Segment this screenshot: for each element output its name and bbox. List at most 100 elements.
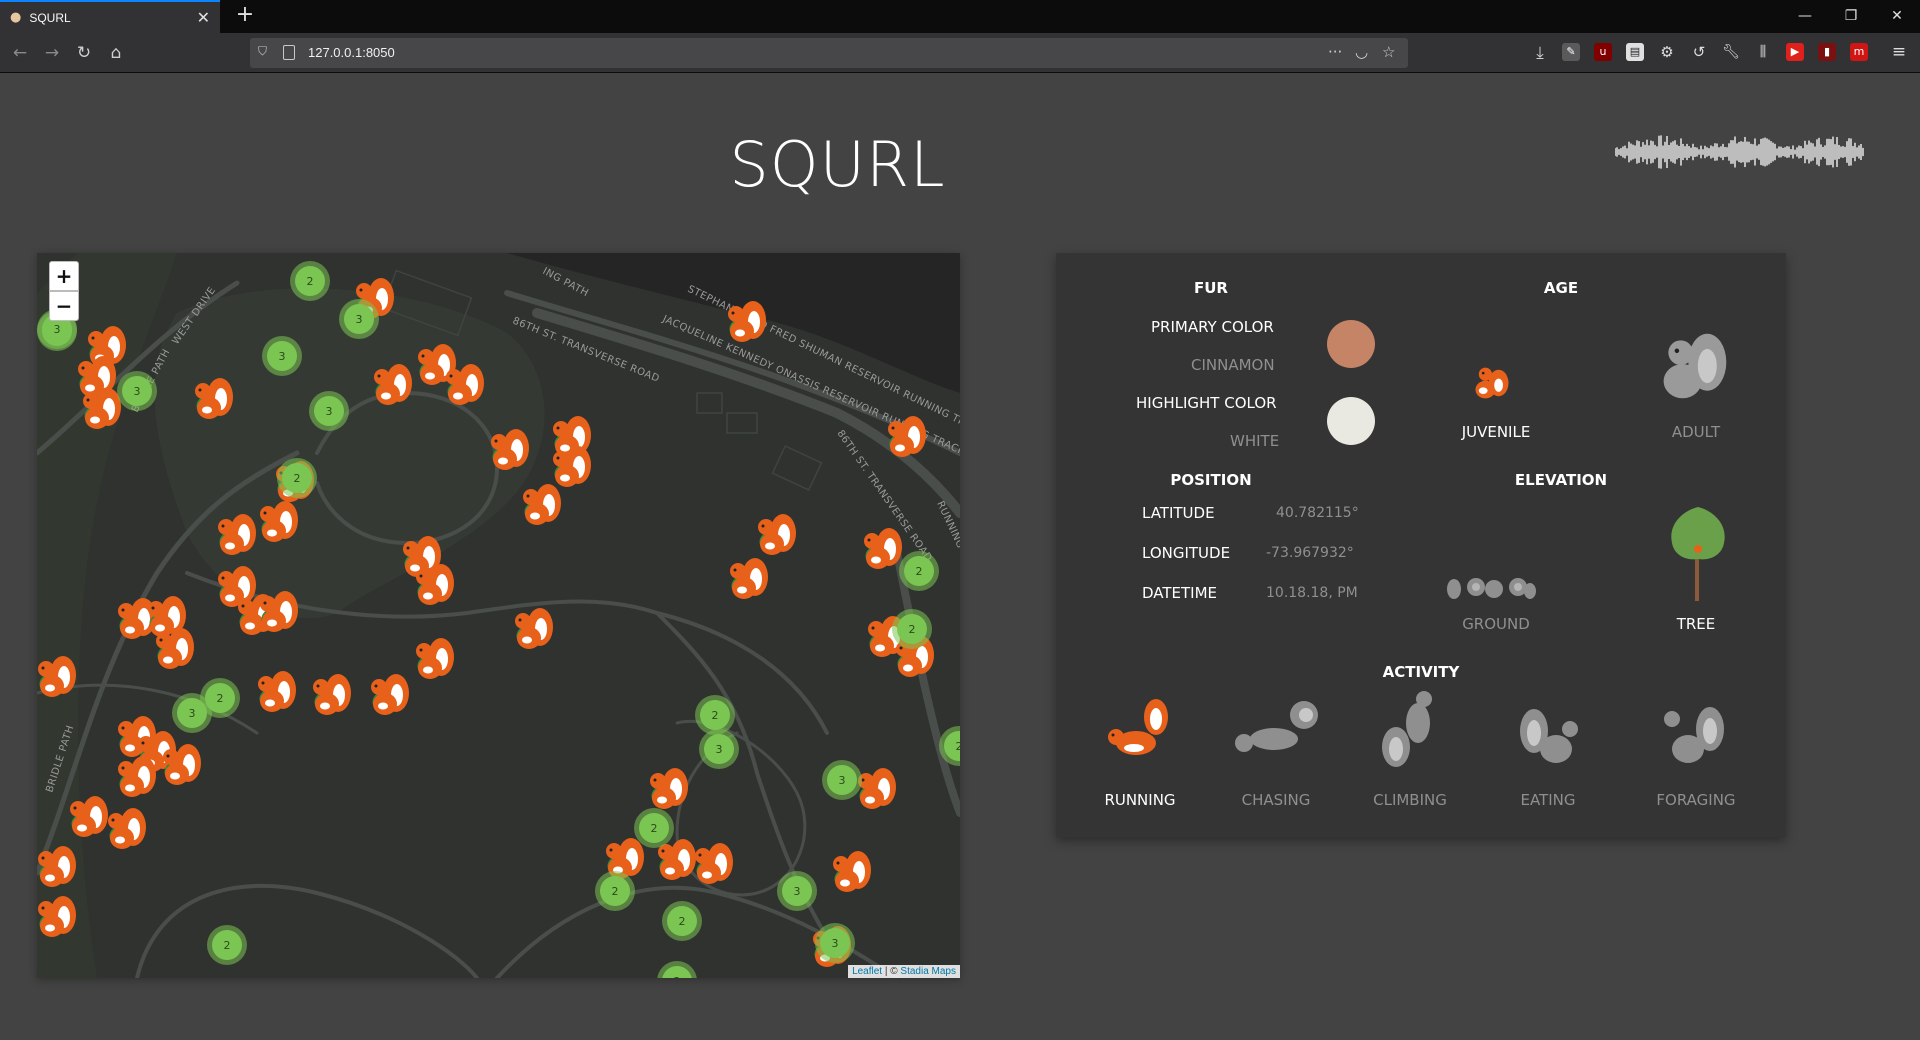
age-juvenile-label[interactable]: JUVENILE: [1436, 423, 1556, 441]
cluster-marker[interactable]: 2: [595, 871, 635, 911]
cluster-count: 2: [612, 885, 619, 898]
foraging-squirrel-icon[interactable]: [1656, 697, 1736, 773]
restore-icon[interactable]: ❐: [1828, 0, 1874, 33]
browser-tab-bar: ● SQURL ✕ + — ❐ ✕: [0, 0, 1920, 33]
cluster-count: 3: [189, 707, 196, 720]
audio-waveform-icon[interactable]: [1615, 134, 1865, 170]
forward-icon[interactable]: →: [40, 41, 64, 65]
cluster-count: 2: [679, 915, 686, 928]
juvenile-squirrel-icon[interactable]: [1470, 361, 1514, 405]
ground-squirrels-icon[interactable]: [1442, 565, 1538, 605]
home-icon[interactable]: ⌂: [104, 41, 128, 65]
squirrel-map[interactable]: BRIDLE PATHWEST DRIVE86TH ST. TRANSVERSE…: [37, 253, 960, 978]
cluster-marker[interactable]: 2: [899, 551, 939, 591]
squirrel-favicon-icon: ●: [10, 10, 22, 25]
activity-foraging-label[interactable]: FORAGING: [1636, 791, 1756, 809]
activity-running-label[interactable]: RUNNING: [1080, 791, 1200, 809]
age-adult-label[interactable]: ADULT: [1636, 423, 1756, 441]
activity-header: ACTIVITY: [1382, 663, 1460, 681]
datetime-value: 10.18.18, PM: [1266, 585, 1358, 601]
cluster-marker[interactable]: 3: [117, 371, 157, 411]
primary-color-value: CINNAMON: [1191, 356, 1275, 374]
elevation-tree-label[interactable]: TREE: [1636, 615, 1756, 633]
browser-tab[interactable]: ● SQURL ✕: [0, 0, 220, 33]
download-icon[interactable]: ⤓: [1528, 41, 1552, 65]
cluster-count: 3: [839, 774, 846, 787]
primary-color-swatch: [1327, 320, 1375, 368]
menu-icon[interactable]: ≡: [1890, 43, 1908, 61]
cluster-marker[interactable]: 3: [822, 760, 862, 800]
squirrel-info-panel: FUR AGE PRIMARY COLOR CINNAMON HIGHLIGHT…: [1056, 253, 1786, 837]
activity-eating-label[interactable]: EATING: [1488, 791, 1608, 809]
wrench-icon[interactable]: 🔧︎: [1722, 43, 1740, 61]
tab-title: SQURL: [29, 10, 71, 25]
cluster-marker[interactable]: 2: [695, 695, 735, 735]
eating-squirrel-icon[interactable]: [1512, 697, 1584, 773]
cluster-count: 2: [294, 472, 301, 485]
cluster-count: 3: [134, 385, 141, 398]
back-icon[interactable]: ←: [8, 41, 32, 65]
elevation-ground-label[interactable]: GROUND: [1436, 615, 1556, 633]
activity-climbing-label[interactable]: CLIMBING: [1350, 791, 1470, 809]
cluster-count: 3: [794, 885, 801, 898]
minimize-icon[interactable]: —: [1782, 0, 1828, 33]
cluster-marker[interactable]: 2: [634, 808, 674, 848]
extension-red-icon[interactable]: ▮: [1818, 43, 1836, 61]
youtube-icon[interactable]: ▶: [1786, 43, 1804, 61]
tree-icon[interactable]: [1666, 503, 1730, 603]
reload-icon[interactable]: ↻: [72, 41, 96, 65]
cluster-count: 3: [832, 937, 839, 950]
stadia-maps-link[interactable]: Stadia Maps: [900, 966, 956, 977]
url-bar[interactable]: ⛉ 127.0.0.1:8050 ··· ◡ ☆: [250, 38, 1408, 68]
cluster-marker[interactable]: 2: [277, 458, 317, 498]
adult-squirrel-icon[interactable]: [1656, 328, 1732, 404]
cluster-marker[interactable]: 3: [262, 336, 302, 376]
star-icon[interactable]: ☆: [1382, 43, 1395, 61]
pocket-icon[interactable]: ◡: [1355, 43, 1368, 61]
climbing-squirrel-icon[interactable]: [1374, 683, 1446, 775]
map-tiles[interactable]: BRIDLE PATHWEST DRIVE86TH ST. TRANSVERSE…: [37, 253, 960, 978]
cluster-marker[interactable]: 2: [290, 261, 330, 301]
cluster-marker[interactable]: 3: [172, 693, 212, 733]
cluster-marker[interactable]: 3: [699, 729, 739, 769]
cluster-count: 2: [307, 275, 314, 288]
cluster-count: 2: [651, 822, 658, 835]
activity-chasing-label[interactable]: CHASING: [1216, 791, 1336, 809]
leaflet-link[interactable]: Leaflet: [852, 966, 882, 977]
ublock-icon[interactable]: u: [1594, 43, 1612, 61]
cluster-count: 2: [712, 709, 719, 722]
cluster-marker[interactable]: 3: [339, 299, 379, 339]
shield-icon[interactable]: ⛉: [258, 44, 272, 60]
highlight-color-label: HIGHLIGHT COLOR: [1136, 394, 1277, 412]
cluster-marker[interactable]: 2: [892, 609, 932, 649]
zoom-out-button[interactable]: −: [49, 291, 79, 321]
primary-color-label: PRIMARY COLOR: [1151, 318, 1274, 336]
cluster-marker[interactable]: 2: [662, 901, 702, 941]
url-text[interactable]: 127.0.0.1:8050: [308, 45, 395, 60]
history-icon[interactable]: ↺: [1690, 43, 1708, 61]
page-icon: [283, 45, 295, 60]
more-icon[interactable]: ···: [1328, 43, 1342, 61]
cluster-count: 3: [326, 405, 333, 418]
cluster-count: 3: [54, 323, 61, 336]
map-attribution: Leaflet | © Stadia Maps: [848, 965, 960, 978]
cluster-marker[interactable]: 3: [815, 923, 855, 963]
gear-icon[interactable]: ⚙: [1658, 43, 1676, 61]
close-window-icon[interactable]: ✕: [1874, 0, 1920, 33]
close-tab-icon[interactable]: ✕: [197, 8, 210, 27]
cluster-marker[interactable]: 3: [309, 391, 349, 431]
extension-note-icon[interactable]: ▤: [1626, 43, 1644, 61]
age-header: AGE: [1543, 279, 1579, 297]
extension-brush-icon[interactable]: ✎: [1562, 43, 1580, 61]
library-icon[interactable]: ⫼: [1754, 43, 1772, 61]
cluster-marker[interactable]: 2: [207, 925, 247, 965]
running-squirrel-icon[interactable]: [1100, 693, 1180, 773]
cluster-count: 3: [279, 350, 286, 363]
zoom-in-button[interactable]: +: [49, 261, 79, 291]
cluster-marker[interactable]: 3: [777, 871, 817, 911]
new-tab-button[interactable]: +: [232, 3, 258, 29]
cluster-count: 2: [956, 740, 961, 753]
chasing-squirrel-icon[interactable]: [1224, 693, 1324, 773]
extension-m-icon[interactable]: m: [1850, 43, 1868, 61]
position-header: POSITION: [1170, 471, 1252, 489]
